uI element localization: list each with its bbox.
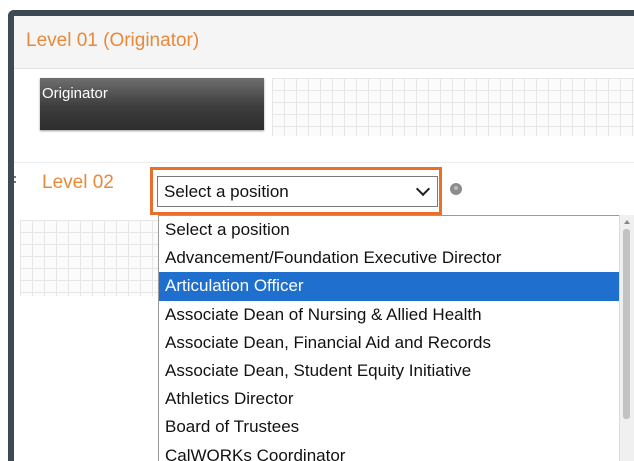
dropdown-option[interactable]: Advancement/Foundation Executive Directo… <box>159 244 625 272</box>
level1-grid-area <box>272 78 634 136</box>
dropdown-option[interactable]: Board of Trustees <box>159 413 625 441</box>
level2-title: Level 02 <box>42 172 114 193</box>
dropdown-option[interactable]: CalWORKs Coordinator <box>159 442 625 461</box>
originator-label: Originator <box>42 85 108 102</box>
workflow-panel: Level 01 (Originator) Originator Level 0… <box>8 10 634 461</box>
position-select[interactable]: Select a position <box>157 176 438 207</box>
drag-handle-icon[interactable] <box>14 176 18 188</box>
dropdown-option[interactable]: Associate Dean, Student Equity Initiativ… <box>159 357 625 385</box>
scroll-up-arrow-icon[interactable] <box>624 220 630 224</box>
level1-title: Level 01 (Originator) <box>26 30 200 51</box>
position-select-value: Select a position <box>164 182 289 201</box>
scroll-thumb[interactable] <box>623 229 630 419</box>
dropdown-option[interactable]: Associate Dean, Financial Aid and Record… <box>159 329 625 357</box>
chevron-down-icon <box>415 181 431 197</box>
originator-card[interactable]: Originator <box>40 78 264 130</box>
dropdown-scrollbar[interactable] <box>619 215 634 461</box>
dropdown-option[interactable]: Select a position <box>159 216 625 244</box>
dropdown-option[interactable]: Athletics Director <box>159 385 625 413</box>
level1-header: Level 01 (Originator) <box>14 16 634 69</box>
info-icon[interactable] <box>450 183 462 195</box>
dropdown-option[interactable]: Articulation Officer <box>159 272 625 301</box>
dropdown-option[interactable]: Associate Dean of Nursing & Allied Healt… <box>159 301 625 329</box>
level2-grid-area <box>20 220 158 296</box>
position-dropdown-list[interactable]: Select a position Advancement/Foundation … <box>158 215 626 461</box>
